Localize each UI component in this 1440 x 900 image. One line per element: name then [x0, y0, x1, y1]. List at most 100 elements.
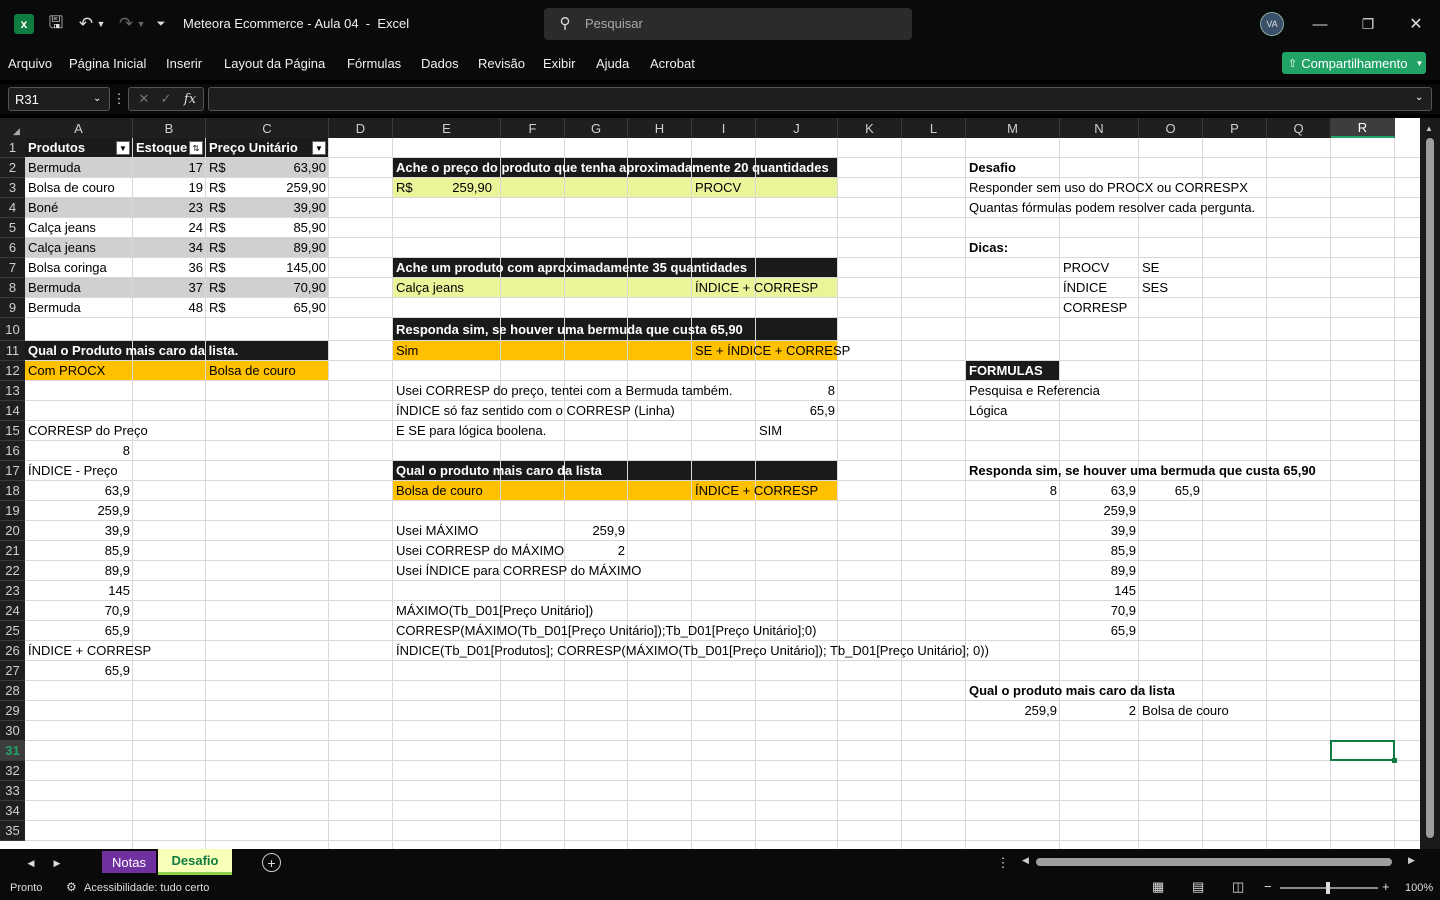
product-name[interactable]: Calça jeans [28, 218, 130, 238]
save-icon[interactable]: 🖫 [46, 13, 66, 35]
column-header-a[interactable]: A [25, 118, 133, 138]
stock-value[interactable]: 23 [136, 198, 203, 218]
right-match-value[interactable]: 8 [969, 481, 1057, 501]
cancel-icon[interactable]: ✕ [135, 90, 153, 108]
right-result-value[interactable]: 65,9 [1142, 481, 1200, 501]
row-header-2[interactable]: 2 [0, 158, 25, 178]
question-title[interactable]: Qual o Produto mais caro da lista. [28, 341, 326, 361]
row-header-22[interactable]: 22 [0, 561, 25, 581]
zoom-level[interactable]: 100% [1405, 882, 1433, 894]
row-header-13[interactable]: 13 [0, 381, 25, 401]
spreadsheet-grid[interactable]: ◢ A B C D E F G H I J K L M N O P Q R 1 2 3 4 5 6 7 8 9 10 11 12 13 14 15… [0, 118, 1420, 849]
tip-corresp[interactable]: CORRESP [1063, 298, 1136, 318]
indice-value[interactable]: 70,9 [28, 601, 130, 621]
challenge-line-2[interactable]: Quantas fórmulas podem resolver cada per… [969, 198, 1264, 218]
stock-value[interactable]: 34 [136, 238, 203, 258]
tab-notas[interactable]: Notas [102, 851, 156, 873]
q3-method[interactable]: SE + ÍNDICE + CORRESP [695, 341, 850, 361]
max-value[interactable]: 259,9 [568, 521, 625, 541]
row-header-32[interactable]: 32 [0, 761, 25, 781]
formula-1[interactable]: MÁXIMO(Tb_D01[Preço Unitário]) [396, 601, 835, 621]
customize-toolbar-icon[interactable]: ⏷ [154, 13, 168, 35]
undo-icon[interactable]: ↶ [76, 13, 96, 35]
product-name[interactable]: Boné [28, 198, 130, 218]
share-button[interactable]: ⇧ Compartilhamento ▼ [1282, 52, 1426, 74]
table-header-0[interactable]: Produtos [28, 138, 130, 158]
indice-corresp-value[interactable]: 65,9 [28, 661, 130, 681]
enter-icon[interactable]: ✓ [157, 90, 175, 108]
menu-revisao[interactable]: Revisão [478, 56, 525, 71]
note-3-value[interactable]: SIM [759, 421, 835, 441]
fill-handle[interactable] [1392, 758, 1397, 763]
add-sheet-icon[interactable]: + [262, 853, 281, 872]
column-header-n[interactable]: N [1060, 118, 1139, 138]
unit-price[interactable]: 145,00 [209, 258, 326, 278]
max-label[interactable]: Usei MÁXIMO [396, 521, 562, 541]
row-header-1[interactable]: 1 [0, 138, 25, 158]
row-header-14[interactable]: 14 [0, 401, 25, 421]
corresp-value[interactable]: 8 [28, 441, 130, 461]
unit-price[interactable]: 85,90 [209, 218, 326, 238]
row-header-11[interactable]: 11 [0, 341, 25, 361]
stock-value[interactable]: 36 [136, 258, 203, 278]
product-name[interactable]: Bermuda [28, 158, 130, 178]
scroll-right-icon[interactable]: ▶ [1408, 855, 1415, 866]
right-max-value[interactable]: 259,9 [969, 701, 1057, 721]
menu-inserir[interactable]: Inserir [166, 56, 202, 71]
product-name[interactable]: Calça jeans [28, 238, 130, 258]
indice-value[interactable]: 65,9 [28, 621, 130, 641]
row-header-31[interactable]: 31 [0, 741, 25, 761]
undo-dropdown-icon[interactable]: ▼ [96, 13, 106, 35]
right-price-value[interactable]: 89,9 [1063, 561, 1136, 581]
column-header-i[interactable]: I [692, 118, 756, 138]
avatar[interactable]: VA [1260, 12, 1284, 36]
unit-price[interactable]: 39,90 [209, 198, 326, 218]
indice-label[interactable]: ÍNDICE - Preço [28, 461, 130, 481]
right-price-value[interactable]: 259,9 [1063, 501, 1136, 521]
row-header-25[interactable]: 25 [0, 621, 25, 641]
right-index-value[interactable]: 63,9 [1063, 481, 1136, 501]
horizontal-scrollbar[interactable]: ◀ ▶ [1020, 855, 1420, 869]
menu-dados[interactable]: Dados [421, 56, 459, 71]
right-price-value[interactable]: 39,9 [1063, 521, 1136, 541]
column-header-f[interactable]: F [501, 118, 565, 138]
product-name[interactable]: Bermuda [28, 278, 130, 298]
h-scroll-thumb[interactable] [1036, 858, 1392, 866]
row-header-19[interactable]: 19 [0, 501, 25, 521]
note-2[interactable]: ÍNDICE só faz sentido com o CORRESP (Lin… [396, 401, 753, 421]
row-header-35[interactable]: 35 [0, 821, 25, 841]
close-icon[interactable]: ✕ [1402, 14, 1430, 34]
stock-value[interactable]: 24 [136, 218, 203, 238]
row-header-3[interactable]: 3 [0, 178, 25, 198]
menu-exibir[interactable]: Exibir [543, 56, 576, 71]
right-product-value[interactable]: Bolsa de couro [1142, 701, 1264, 721]
formulas-label[interactable]: FORMULAS [969, 361, 1057, 381]
column-header-d[interactable]: D [329, 118, 393, 138]
column-header-g[interactable]: G [565, 118, 628, 138]
zoom-out-icon[interactable]: − [1264, 879, 1272, 894]
page-layout-icon[interactable]: ▤ [1192, 879, 1204, 895]
answer-label[interactable]: Com PROCX [28, 361, 130, 381]
row-header-5[interactable]: 5 [0, 218, 25, 238]
q2-method[interactable]: ÍNDICE + CORRESP [695, 278, 835, 298]
redo-dropdown-icon[interactable]: ▼ [136, 13, 146, 35]
indice-value[interactable]: 259,9 [28, 501, 130, 521]
stock-value[interactable]: 19 [136, 178, 203, 198]
unit-price[interactable]: 89,90 [209, 238, 326, 258]
column-header-q[interactable]: Q [1267, 118, 1331, 138]
name-box[interactable]: R31 ⌄ [8, 87, 110, 111]
product-name[interactable]: Bolsa coringa [28, 258, 130, 278]
challenge-title[interactable]: Desafio [969, 158, 1057, 178]
q1-value[interactable]: 259,90 [396, 178, 492, 198]
more-sheets-icon[interactable]: ⋮ [997, 855, 1010, 871]
column-header-b[interactable]: B [133, 118, 206, 138]
zoom-slider-thumb[interactable] [1326, 882, 1330, 894]
formula-3[interactable]: ÍNDICE(Tb_D01[Produtos]; CORRESP(MÁXIMO(… [396, 641, 1136, 661]
answer-value[interactable]: Bolsa de couro [209, 361, 326, 381]
column-header-c[interactable]: C [206, 118, 329, 138]
row-header-23[interactable]: 23 [0, 581, 25, 601]
restore-icon[interactable]: ❐ [1354, 14, 1382, 34]
row-header-16[interactable]: 16 [0, 441, 25, 461]
right-price-value[interactable]: 85,9 [1063, 541, 1136, 561]
right-price-value[interactable]: 145 [1063, 581, 1136, 601]
